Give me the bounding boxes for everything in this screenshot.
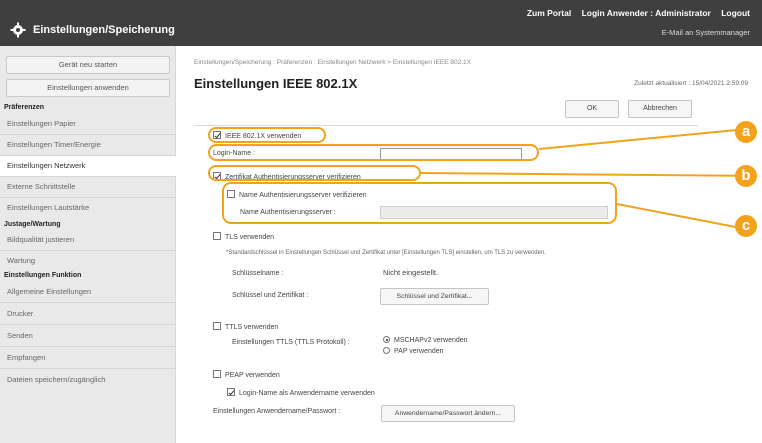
cancel-button[interactable]: Abbrechen (628, 100, 692, 118)
callout-a: a (735, 121, 757, 143)
restart-device-button[interactable]: Gerät neu starten (6, 56, 170, 74)
use-tls-row[interactable]: TLS verwenden (213, 232, 274, 241)
top-header: Einstellungen/Speicherung Zum Portal Log… (0, 0, 762, 46)
sidebar-item-printer[interactable]: Drucker (0, 304, 176, 324)
user-pw-button[interactable]: Anwendername/Passwort ändern... (381, 405, 515, 422)
sidebar: Gerät neu starten Einstellungen anwenden… (0, 46, 176, 443)
login-as-user-row[interactable]: Login-Name als Anwendername verwenden (227, 388, 375, 397)
main-panel: Einstellungen/Speicherung : Präferenzen … (177, 46, 762, 443)
callout-b: b (735, 165, 757, 187)
ttls-pap-row[interactable]: PAP verwenden (383, 347, 444, 355)
use-ttls-checkbox[interactable] (213, 322, 221, 330)
highlight-a-ieee (208, 127, 326, 143)
sidebar-item-external-interface[interactable]: Externe Schnittstelle (0, 177, 176, 197)
logout-link[interactable]: Logout (721, 8, 750, 18)
login-user-label: Login Anwender : Administrator (581, 8, 711, 18)
section-adjust: Justage/Wartung (4, 221, 61, 228)
login-as-user-label: Login-Name als Anwendername verwenden (239, 390, 375, 397)
ttls-pap-label: PAP verwenden (394, 348, 444, 355)
ok-button[interactable]: OK (565, 100, 619, 118)
section-functions: Einstellungen Funktion (4, 272, 82, 279)
ttls-setting-label: Einstellungen TTLS (TTLS Protokoll) : (232, 339, 350, 346)
sidebar-item-image-quality[interactable]: Bildqualität justieren (0, 230, 176, 250)
section-preferences: Präferenzen (4, 104, 45, 111)
ttls-pap-radio[interactable] (383, 347, 390, 354)
use-tls-label: TLS verwenden (225, 234, 275, 241)
sidebar-item-timer-energy[interactable]: Einstellungen Timer/Energie (0, 135, 176, 155)
use-ttls-label: TTLS verwenden (225, 324, 279, 331)
key-cert-label: Schlüssel und Zertifikat : (232, 292, 309, 299)
use-peap-row[interactable]: PEAP verwenden (213, 370, 280, 379)
highlight-c (222, 182, 617, 224)
sidebar-item-paper[interactable]: Einstellungen Papier (0, 114, 176, 134)
ttls-mschap-row[interactable]: MSCHAPv2 verwenden (383, 336, 468, 344)
portal-link[interactable]: Zum Portal (527, 8, 571, 18)
sidebar-item-receive[interactable]: Empfangen (0, 348, 176, 368)
ttls-mschap-radio[interactable] (383, 336, 390, 343)
use-ttls-row[interactable]: TTLS verwenden (213, 322, 278, 331)
tls-note: *Standardschlüssel in Einstellungen Schl… (226, 250, 546, 256)
highlight-b (208, 165, 421, 181)
key-name-value: Nicht eingestellt. (383, 268, 439, 277)
sidebar-item-maintenance[interactable]: Wartung (0, 251, 176, 271)
apply-settings-button[interactable]: Einstellungen anwenden (6, 79, 170, 97)
breadcrumb: Einstellungen/Speicherung : Präferenzen … (194, 59, 471, 66)
sidebar-item-general[interactable]: Allgemeine Einstellungen (0, 282, 176, 302)
gear-icon (10, 22, 26, 38)
sidebar-item-network[interactable]: Einstellungen Netzwerk (0, 156, 176, 176)
login-as-user-checkbox[interactable] (227, 388, 235, 396)
mail-admin-link[interactable]: E-Mail an Systemmanager (662, 28, 750, 37)
use-tls-checkbox[interactable] (213, 232, 221, 240)
user-pw-label: Einstellungen Anwendername/Passwort : (213, 408, 341, 415)
sidebar-item-send[interactable]: Senden (0, 326, 176, 346)
callout-c: c (735, 215, 757, 237)
app-title: Einstellungen/Speicherung (33, 24, 175, 36)
use-peap-checkbox[interactable] (213, 370, 221, 378)
key-cert-button[interactable]: Schlüssel und Zertifikat... (380, 288, 489, 305)
highlight-a-login (208, 144, 539, 161)
use-peap-label: PEAP verwenden (225, 372, 280, 379)
page-title: Einstellungen IEEE 802.1X (194, 76, 358, 91)
sidebar-item-volume[interactable]: Einstellungen Lautstärke (0, 198, 176, 218)
sidebar-item-store-access[interactable]: Dateien speichern/zugänglich (0, 370, 176, 390)
ttls-mschap-label: MSCHAPv2 verwenden (394, 337, 468, 344)
key-name-label: Schlüsselname : (232, 270, 284, 277)
last-updated: Zuletzt aktualisiert : 15/04/2021 2:59:0… (634, 80, 748, 87)
